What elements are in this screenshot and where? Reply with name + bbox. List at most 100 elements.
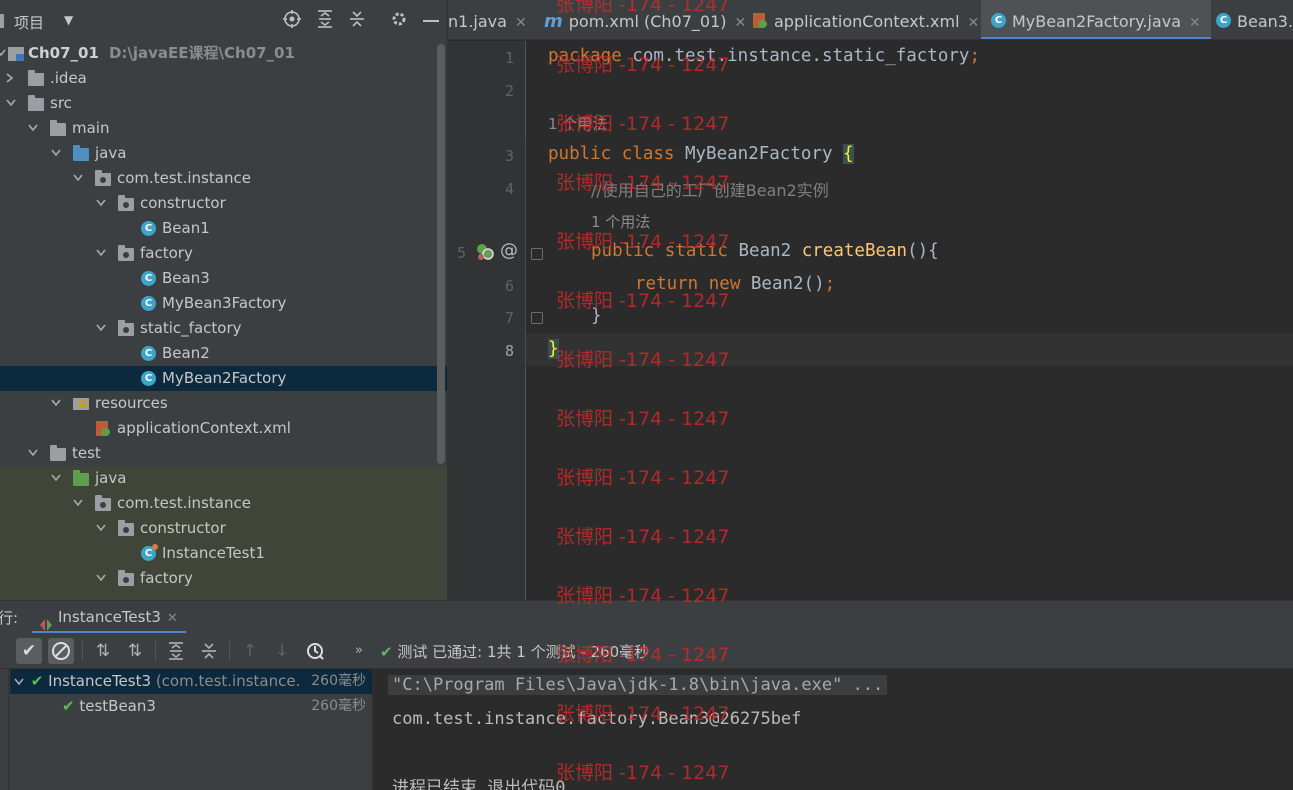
- chevron-down-icon[interactable]: [51, 391, 63, 416]
- show-ignored-icon[interactable]: [48, 638, 74, 664]
- collapse-all-icon[interactable]: [196, 638, 222, 664]
- tab-mybean2factory[interactable]: C MyBean2Factory.java ✕: [981, 0, 1211, 39]
- tree-item-project-root[interactable]: Ch07_01 D:\javaEE课程\Ch07_01: [0, 41, 447, 66]
- tab-label: Bean3.j: [1237, 12, 1293, 31]
- chevron-down-icon[interactable]: [51, 466, 63, 491]
- tree-scrollbar[interactable]: [437, 44, 445, 464]
- tab-bean3[interactable]: C Bean3.j: [1216, 0, 1293, 39]
- chevron-down-icon[interactable]: [14, 669, 26, 694]
- console-output[interactable]: "C:\Program Files\Java\jdk-1.8\bin\java.…: [373, 669, 1293, 790]
- class-icon: C: [141, 371, 157, 386]
- test-suite-row[interactable]: ✔ InstanceTest3 (com.test.instance. 260毫…: [14, 669, 370, 694]
- annotation-icon[interactable]: @: [500, 240, 518, 261]
- tab-bean1[interactable]: n1.java ✕: [448, 0, 527, 39]
- project-view-icon: [0, 14, 4, 28]
- project-title[interactable]: 项目: [14, 12, 44, 33]
- history-icon[interactable]: [302, 638, 328, 664]
- tree-item-test[interactable]: test: [0, 441, 447, 466]
- tree-item-factory[interactable]: factory: [0, 241, 447, 266]
- tree-item-bean1[interactable]: C Bean1: [0, 216, 447, 241]
- close-icon[interactable]: ✕: [1189, 15, 1201, 31]
- more-icon[interactable]: »: [346, 638, 372, 664]
- resources-folder-icon: [73, 396, 89, 411]
- spring-bean-icon[interactable]: [474, 241, 496, 267]
- chevron-down-icon[interactable]: [96, 191, 108, 216]
- tree-item-instancetest1[interactable]: C InstanceTest1: [0, 541, 447, 566]
- console-line-exit: 进程已结束,退出代码0: [392, 778, 566, 790]
- usage-hint[interactable]: 1 个用法: [548, 113, 607, 134]
- chevron-right-icon[interactable]: [6, 66, 18, 91]
- tree-item-src[interactable]: src: [0, 91, 447, 116]
- package-icon: [118, 195, 134, 211]
- test-class-icon: C: [141, 544, 158, 561]
- sort-duration-icon[interactable]: ⇅: [122, 638, 148, 664]
- chevron-down-icon[interactable]: [96, 516, 108, 541]
- run-config-icon: [40, 610, 52, 631]
- close-icon[interactable]: ✕: [968, 15, 980, 31]
- tree-item-test-package[interactable]: com.test.instance: [0, 491, 447, 516]
- sort-alpha-icon[interactable]: ⇅: [90, 638, 116, 664]
- tree-item-static-factory[interactable]: static_factory: [0, 316, 447, 341]
- chevron-down-icon[interactable]: [96, 241, 108, 266]
- tab-applicationcontext[interactable]: applicationContext.xml ✕: [752, 0, 980, 39]
- tree-item-constructor[interactable]: constructor: [0, 191, 447, 216]
- fold-marker-icon[interactable]: [531, 248, 543, 260]
- gear-icon[interactable]: [390, 10, 408, 28]
- close-icon[interactable]: ✕: [515, 15, 527, 31]
- class-icon: C: [141, 221, 157, 236]
- minimize-icon[interactable]: [423, 20, 439, 23]
- package-icon: [118, 320, 134, 336]
- tree-item-applicationcontext[interactable]: applicationContext.xml: [0, 416, 447, 441]
- test-tree-gutter: [0, 669, 9, 790]
- xml-file-icon: [752, 12, 768, 29]
- tree-item-test-constructor[interactable]: constructor: [0, 516, 447, 541]
- run-panel-header: 行: InstanceTest3 ✕: [0, 600, 1293, 634]
- console-line-command[interactable]: "C:\Program Files\Java\jdk-1.8\bin\java.…: [388, 675, 888, 695]
- tree-item-test-factory[interactable]: factory: [0, 566, 447, 591]
- fold-marker-icon[interactable]: [531, 312, 543, 324]
- code-editor[interactable]: 1 2 3 4 5 6 7 8 @ package com.test.insta…: [448, 41, 1293, 600]
- tree-item-bean3[interactable]: C Bean3: [0, 266, 447, 291]
- tree-item-label: com.test.instance: [117, 169, 251, 187]
- check-icon: ✔: [30, 672, 44, 690]
- tree-item-bean2[interactable]: C Bean2: [0, 341, 447, 366]
- tree-item-mybean2factory[interactable]: C MyBean2Factory: [0, 366, 447, 391]
- chevron-down-icon[interactable]: [73, 166, 85, 191]
- show-passed-icon[interactable]: ✔: [16, 638, 42, 664]
- project-tree: Ch07_01 D:\javaEE课程\Ch07_01 .idea src mai…: [0, 41, 447, 600]
- close-icon[interactable]: ✕: [167, 611, 178, 626]
- expand-all-icon[interactable]: [163, 638, 189, 664]
- chevron-down-icon[interactable]: [73, 491, 85, 516]
- run-tab[interactable]: InstanceTest3 ✕: [32, 601, 186, 634]
- tree-item-partial: [0, 591, 447, 600]
- chevron-down-icon[interactable]: [0, 41, 8, 66]
- tree-item-label: test: [72, 444, 101, 462]
- chevron-down-icon[interactable]: [28, 116, 40, 141]
- tree-item-package[interactable]: com.test.instance: [0, 166, 447, 191]
- tree-item-mybean3factory[interactable]: C MyBean3Factory: [0, 291, 447, 316]
- tree-item-java[interactable]: java: [0, 141, 447, 166]
- locate-icon[interactable]: [283, 10, 301, 28]
- test-folder-icon: [73, 470, 89, 486]
- arrow-up-icon[interactable]: ↑: [237, 638, 263, 664]
- chevron-down-icon[interactable]: [6, 91, 18, 116]
- test-suite-package: (com.test.instance.: [155, 672, 301, 690]
- chevron-down-icon[interactable]: [28, 441, 40, 466]
- usage-hint[interactable]: 1 个用法: [591, 211, 650, 232]
- test-case-row[interactable]: ✔ testBean3 260毫秒: [62, 694, 370, 719]
- tree-item-idea[interactable]: .idea: [0, 66, 447, 91]
- close-icon[interactable]: ✕: [734, 15, 746, 31]
- arrow-down-icon[interactable]: ↓: [269, 638, 295, 664]
- collapse-all-icon[interactable]: [348, 10, 366, 28]
- test-case-time: 260毫秒: [311, 698, 366, 714]
- chevron-down-icon[interactable]: [96, 316, 108, 341]
- expand-all-icon[interactable]: [316, 10, 334, 28]
- tab-pom[interactable]: m pom.xml (Ch07_01) ✕: [544, 0, 746, 39]
- toolbar-separator: [82, 641, 83, 661]
- chevron-down-icon[interactable]: ▼: [64, 13, 73, 27]
- chevron-down-icon[interactable]: [96, 566, 108, 591]
- tree-item-test-java[interactable]: java: [0, 466, 447, 491]
- tree-item-main[interactable]: main: [0, 116, 447, 141]
- tree-item-resources[interactable]: resources: [0, 391, 447, 416]
- chevron-down-icon[interactable]: [51, 141, 63, 166]
